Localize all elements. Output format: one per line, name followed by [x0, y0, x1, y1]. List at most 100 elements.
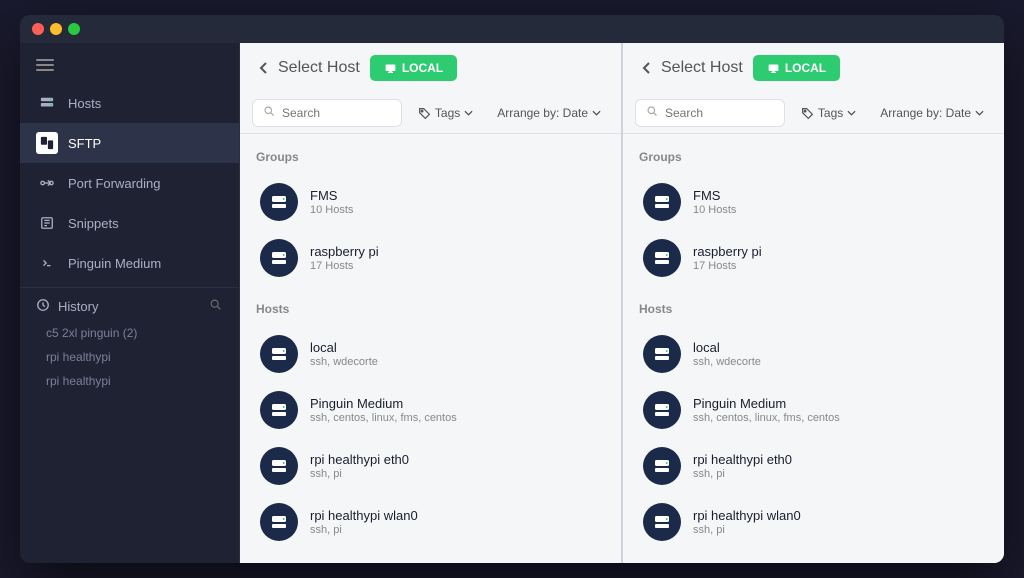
host-name-rpi-wlan0-right: rpi healthypi wlan0: [693, 508, 984, 523]
host-info-rpi-eth0-right: rpi healthypi eth0 ssh, pi: [693, 452, 984, 480]
history-icon: [36, 298, 50, 315]
group-info-rpi-right: raspberry pi 17 Hosts: [693, 244, 984, 272]
panel-right-search-icon: [646, 105, 659, 121]
group-avatar-rpi-left: [260, 239, 298, 277]
panel-right-search-bar: Tags Arrange by: Date: [623, 93, 1004, 134]
menu-icon[interactable]: [20, 51, 239, 79]
host-avatar-local-left: [260, 335, 298, 373]
group-item-rpi-left[interactable]: raspberry pi 17 Hosts: [256, 230, 605, 286]
panel-left-hosts-label: Hosts: [256, 302, 605, 316]
history-section-header: History: [20, 292, 239, 321]
panel-right-hosts-label: Hosts: [639, 302, 988, 316]
sftp-icon: [36, 132, 58, 154]
app-body: Hosts SFTP: [20, 43, 1004, 563]
host-name-pinguin-left: Pinguin Medium: [310, 396, 601, 411]
panel-right-title: Select Host: [661, 59, 743, 77]
panel-left-tags-label: Tags: [435, 106, 460, 120]
terminal-icon: [36, 252, 58, 274]
host-name-local-left: local: [310, 340, 601, 355]
panel-left-groups-label: Groups: [256, 150, 605, 164]
panel-left-search-icon: [263, 105, 276, 121]
sidebar-item-port-forwarding-label: Port Forwarding: [68, 176, 160, 191]
host-item-rpi-eth0-left[interactable]: rpi healthypi eth0 ssh, pi: [256, 438, 605, 494]
host-item-rpi-eth0-right[interactable]: rpi healthypi eth0 ssh, pi: [639, 438, 988, 494]
app-window: Hosts SFTP: [20, 15, 1004, 563]
host-sub-rpi-eth0-left: ssh, pi: [310, 468, 601, 480]
panel-left-search-input[interactable]: [282, 106, 391, 120]
port-forwarding-icon: [36, 172, 58, 194]
history-item-1[interactable]: c5 2xl pinguin (2): [20, 321, 239, 345]
group-info-fms-right: FMS 10 Hosts: [693, 188, 984, 216]
host-sub-rpi-wlan0-right: ssh, pi: [693, 524, 984, 536]
sidebar-divider: [20, 287, 239, 288]
sidebar-item-hosts[interactable]: Hosts: [20, 83, 239, 123]
panel-left: Select Host LOCAL: [240, 43, 621, 563]
history-search-icon[interactable]: [209, 298, 223, 315]
host-item-pinguin-left[interactable]: Pinguin Medium ssh, centos, linux, fms, …: [256, 382, 605, 438]
history-item-2[interactable]: rpi healthypi: [20, 345, 239, 369]
panel-right-arrange-button[interactable]: Arrange by: Date: [872, 102, 992, 124]
group-item-fms-right[interactable]: FMS 10 Hosts: [639, 174, 988, 230]
panel-right-arrange-label: Arrange by: Date: [880, 106, 971, 120]
host-item-pinguin-right[interactable]: Pinguin Medium ssh, centos, linux, fms, …: [639, 382, 988, 438]
panel-right-groups-label: Groups: [639, 150, 988, 164]
sidebar-item-snippets[interactable]: Snippets: [20, 203, 239, 243]
panel-left-local-label: LOCAL: [402, 61, 443, 75]
host-avatar-local-right: [643, 335, 681, 373]
host-name-local-right: local: [693, 340, 984, 355]
sidebar-item-pinguin-label: Pinguin Medium: [68, 256, 161, 271]
sidebar-item-hosts-label: Hosts: [68, 96, 101, 111]
host-avatar-rpi-wlan0-left: [260, 503, 298, 541]
sidebar: Hosts SFTP: [20, 43, 240, 563]
host-item-local-left[interactable]: local ssh, wdecorte: [256, 326, 605, 382]
sidebar-item-pinguin[interactable]: Pinguin Medium: [20, 243, 239, 283]
panel-right-body: Groups FMS 10 Host: [623, 134, 1004, 563]
host-avatar-rpi-wlan0-right: [643, 503, 681, 541]
host-item-local-right[interactable]: local ssh, wdecorte: [639, 326, 988, 382]
panels-container: Select Host LOCAL: [240, 43, 1004, 563]
host-avatar-rpi-eth0-right: [643, 447, 681, 485]
group-info-fms-left: FMS 10 Hosts: [310, 188, 601, 216]
panel-right-search-wrap[interactable]: [635, 99, 785, 127]
host-info-pinguin-right: Pinguin Medium ssh, centos, linux, fms, …: [693, 396, 984, 424]
panel-left-arrange-button[interactable]: Arrange by: Date: [489, 102, 609, 124]
panel-right-tags-button[interactable]: Tags: [793, 102, 864, 124]
sidebar-item-port-forwarding[interactable]: Port Forwarding: [20, 163, 239, 203]
group-item-rpi-right[interactable]: raspberry pi 17 Hosts: [639, 230, 988, 286]
group-avatar-fms-left: [260, 183, 298, 221]
title-bar: [20, 15, 1004, 43]
host-sub-rpi-eth0-right: ssh, pi: [693, 468, 984, 480]
sidebar-item-sftp[interactable]: SFTP: [20, 123, 239, 163]
host-name-pinguin-right: Pinguin Medium: [693, 396, 984, 411]
group-item-fms-left[interactable]: FMS 10 Hosts: [256, 174, 605, 230]
host-item-rpi-wlan0-left[interactable]: rpi healthypi wlan0 ssh, pi: [256, 494, 605, 550]
group-avatar-fms-right: [643, 183, 681, 221]
panel-left-arrange-label: Arrange by: Date: [497, 106, 588, 120]
host-info-pinguin-left: Pinguin Medium ssh, centos, linux, fms, …: [310, 396, 601, 424]
host-info-rpi-eth0-left: rpi healthypi eth0 ssh, pi: [310, 452, 601, 480]
panel-right-back-button[interactable]: Select Host: [639, 59, 743, 77]
panel-left-local-button[interactable]: LOCAL: [370, 55, 457, 81]
host-avatar-pinguin-right: [643, 391, 681, 429]
panel-left-tags-button[interactable]: Tags: [410, 102, 481, 124]
panel-right-local-button[interactable]: LOCAL: [753, 55, 840, 81]
panel-right-search-input[interactable]: [665, 106, 774, 120]
host-name-rpi-wlan0-left: rpi healthypi wlan0: [310, 508, 601, 523]
group-sub-fms-left: 10 Hosts: [310, 204, 601, 216]
minimize-button[interactable]: [50, 23, 62, 35]
history-item-3[interactable]: rpi healthypi: [20, 369, 239, 393]
panel-left-back-button[interactable]: Select Host: [256, 59, 360, 77]
panel-left-search-wrap[interactable]: [252, 99, 402, 127]
sidebar-item-sftp-label: SFTP: [68, 136, 101, 151]
group-avatar-rpi-right: [643, 239, 681, 277]
host-avatar-pinguin-left: [260, 391, 298, 429]
host-info-local-left: local ssh, wdecorte: [310, 340, 601, 368]
host-item-rpi-wlan0-right[interactable]: rpi healthypi wlan0 ssh, pi: [639, 494, 988, 550]
sidebar-item-snippets-label: Snippets: [68, 216, 119, 231]
panel-right-local-label: LOCAL: [785, 61, 826, 75]
close-button[interactable]: [32, 23, 44, 35]
maximize-button[interactable]: [68, 23, 80, 35]
panel-left-header: Select Host LOCAL: [240, 43, 621, 93]
group-name-fms-left: FMS: [310, 188, 601, 203]
host-sub-rpi-wlan0-left: ssh, pi: [310, 524, 601, 536]
